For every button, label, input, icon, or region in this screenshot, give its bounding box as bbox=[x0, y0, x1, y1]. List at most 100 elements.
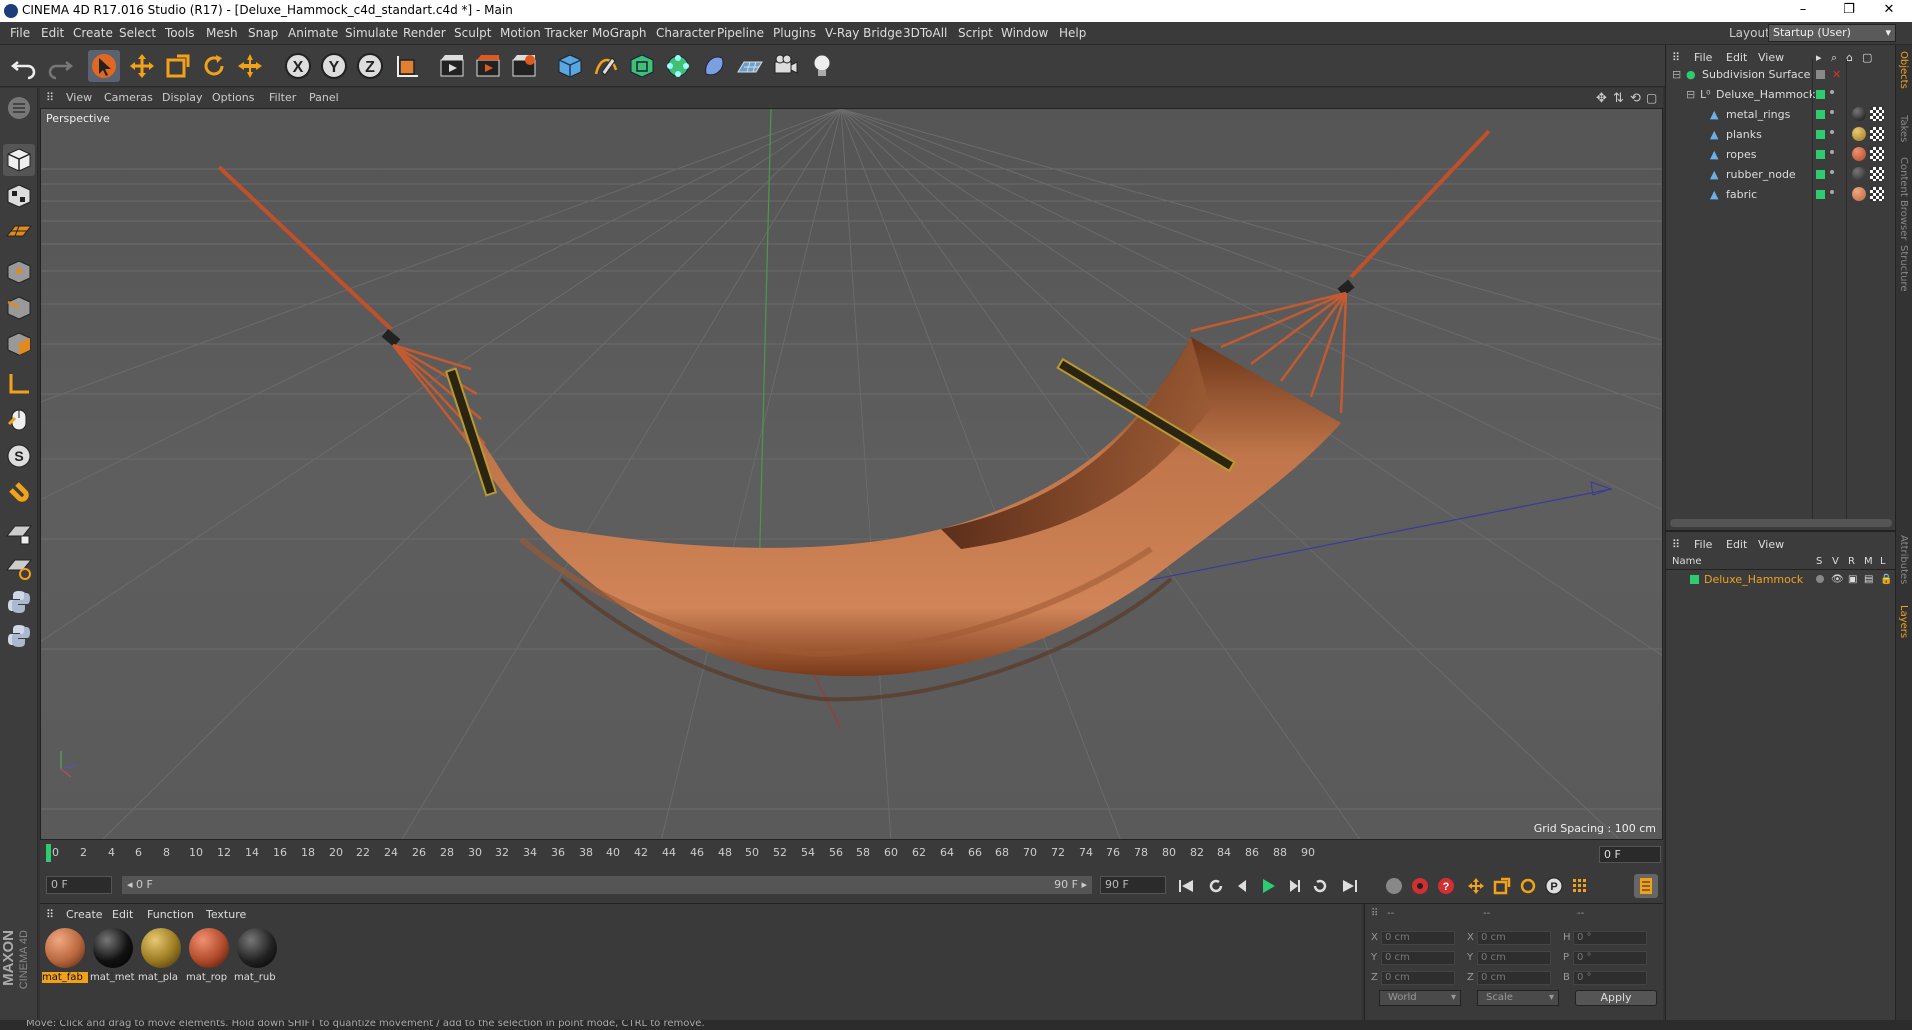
enabled-check-icon[interactable] bbox=[1816, 130, 1825, 139]
viewport-zoom-icon[interactable]: ⇅ bbox=[1613, 91, 1624, 106]
enabled-check-icon[interactable] bbox=[1816, 190, 1825, 199]
object-row[interactable]: ▲ planks bbox=[1666, 125, 1896, 145]
enabled-check-icon[interactable] bbox=[1816, 90, 1825, 99]
enabled-check-icon[interactable] bbox=[1816, 170, 1825, 179]
tweak-mode-icon[interactable] bbox=[3, 404, 35, 436]
material-menu-create[interactable]: Create bbox=[66, 908, 103, 921]
max-frame-field[interactable]: 90 F bbox=[1100, 876, 1166, 894]
go-to-start-icon[interactable] bbox=[1174, 874, 1198, 898]
menu-create[interactable]: Create bbox=[73, 26, 113, 40]
menu-window[interactable]: Window bbox=[1001, 26, 1048, 40]
size-z-field[interactable]: 0 cm bbox=[1477, 971, 1551, 985]
key-parameter-icon[interactable]: P bbox=[1542, 874, 1566, 898]
play-icon[interactable] bbox=[1256, 874, 1280, 898]
tab-content-browser[interactable]: Content Browser bbox=[1898, 157, 1909, 240]
chevron-right-icon[interactable]: ▸ bbox=[1816, 51, 1822, 64]
apply-button[interactable]: Apply bbox=[1575, 990, 1657, 1006]
light-icon[interactable] bbox=[806, 50, 838, 82]
uvw-tag-icon[interactable] bbox=[1870, 127, 1884, 141]
tab-objects[interactable]: Objects bbox=[1898, 51, 1909, 89]
enabled-check-icon[interactable] bbox=[1816, 110, 1825, 119]
select-arrow-icon[interactable] bbox=[88, 50, 120, 82]
magnet-icon[interactable] bbox=[3, 480, 35, 512]
uvw-tag-icon[interactable] bbox=[1870, 107, 1884, 121]
visibility-dot-icon[interactable] bbox=[1830, 130, 1834, 134]
menu-sculpt[interactable]: Sculpt bbox=[454, 26, 491, 40]
array-icon[interactable] bbox=[662, 50, 694, 82]
tree-toggle-icon[interactable]: ⊟ bbox=[1672, 68, 1681, 81]
make-editable-icon[interactable] bbox=[3, 92, 35, 124]
frame-range-slider[interactable]: ◂ 0 F 90 F ▸ bbox=[122, 876, 1092, 894]
render-view-icon[interactable] bbox=[436, 50, 468, 82]
menu-character[interactable]: Character bbox=[656, 26, 715, 40]
snapping-icon[interactable]: S bbox=[3, 440, 35, 472]
key-position-icon[interactable] bbox=[1464, 874, 1488, 898]
playhead-marker[interactable] bbox=[46, 844, 51, 862]
material-swatch[interactable]: mat_rop bbox=[186, 926, 232, 990]
uvw-tag-icon[interactable] bbox=[1870, 187, 1884, 201]
deformer-icon[interactable] bbox=[698, 50, 730, 82]
layer-col-solo[interactable]: S bbox=[1816, 556, 1822, 567]
object-row[interactable]: ▲ fabric bbox=[1666, 185, 1896, 205]
render-picture-viewer-icon[interactable] bbox=[472, 50, 504, 82]
object-row[interactable]: ⊟ ● Subdivision Surface ✕ bbox=[1666, 65, 1896, 85]
next-key-icon[interactable] bbox=[1308, 874, 1332, 898]
layer-color-swatch[interactable] bbox=[1690, 575, 1699, 584]
viewport-menu-panel[interactable]: Panel bbox=[309, 91, 339, 104]
object-menu-view[interactable]: View bbox=[1758, 51, 1784, 64]
go-to-end-icon[interactable] bbox=[1338, 874, 1362, 898]
layer-menu-view[interactable]: View bbox=[1758, 538, 1784, 551]
size-mode-select[interactable]: Scale ▾ bbox=[1477, 990, 1559, 1006]
record-keys-icon[interactable] bbox=[1382, 874, 1406, 898]
material-menu-edit[interactable]: Edit bbox=[112, 908, 133, 921]
layer-menu-file[interactable]: File bbox=[1694, 538, 1712, 551]
cube-icon[interactable] bbox=[554, 50, 586, 82]
polygons-mode-icon[interactable] bbox=[3, 328, 35, 360]
key-rotation-icon[interactable] bbox=[1516, 874, 1540, 898]
timeline-window-icon[interactable] bbox=[1634, 874, 1658, 898]
previous-key-icon[interactable] bbox=[1204, 874, 1228, 898]
axis-mode-icon[interactable] bbox=[3, 368, 35, 400]
workplane-icon[interactable] bbox=[3, 216, 35, 248]
horizontal-scrollbar[interactable] bbox=[1670, 519, 1892, 527]
object-menu-edit[interactable]: Edit bbox=[1726, 51, 1747, 64]
menu-plugins[interactable]: Plugins bbox=[773, 26, 816, 40]
layer-col-name[interactable]: Name bbox=[1672, 556, 1702, 567]
key-pla-icon[interactable] bbox=[1568, 874, 1592, 898]
x-axis-icon[interactable]: X bbox=[282, 50, 314, 82]
lock-workplane-icon[interactable] bbox=[3, 518, 35, 550]
position-x-field[interactable]: 0 cm bbox=[1381, 931, 1455, 945]
coordinate-system-icon[interactable] bbox=[392, 50, 424, 82]
size-y-field[interactable]: 0 cm bbox=[1477, 951, 1551, 965]
undo-icon[interactable] bbox=[8, 50, 40, 82]
solo-toggle-icon[interactable] bbox=[1816, 575, 1824, 583]
model-mode-icon[interactable] bbox=[3, 144, 35, 176]
tab-takes[interactable]: Takes bbox=[1898, 115, 1909, 142]
pen-spline-icon[interactable] bbox=[590, 50, 622, 82]
viewport-rotate-icon[interactable]: ⟲ bbox=[1630, 91, 1641, 106]
3d-viewport[interactable]: Perspective Grid Spacing : 100 cm bbox=[40, 108, 1663, 840]
object-row[interactable]: ▲ rubber_node bbox=[1666, 165, 1896, 185]
keyframe-selection-icon[interactable]: ? bbox=[1434, 874, 1458, 898]
layer-col-manager[interactable]: M bbox=[1864, 556, 1873, 567]
material-tag-icon[interactable] bbox=[1852, 147, 1866, 161]
material-swatch[interactable]: mat_rub bbox=[234, 926, 280, 990]
coordinate-space-select[interactable]: World ▾ bbox=[1379, 990, 1461, 1006]
key-scale-icon[interactable] bbox=[1490, 874, 1514, 898]
viewport-menu-filter[interactable]: Filter bbox=[269, 91, 296, 104]
visibility-dot-icon[interactable] bbox=[1830, 110, 1834, 114]
menu-select[interactable]: Select bbox=[119, 26, 156, 40]
search-icon[interactable]: ⌕ bbox=[1831, 51, 1837, 65]
view-toggle-icon[interactable]: 👁 bbox=[1831, 574, 1844, 585]
menu-mesh[interactable]: Mesh bbox=[206, 26, 238, 40]
tab-attributes[interactable]: Attributes bbox=[1898, 535, 1909, 584]
layer-row[interactable]: Deluxe_Hammock 👁 ▣ ▤ 🔒 bbox=[1666, 572, 1896, 588]
manager-toggle-icon[interactable]: ▤ bbox=[1864, 574, 1873, 585]
autokeying-icon[interactable] bbox=[1408, 874, 1432, 898]
timeline-frame-field[interactable]: 0 F bbox=[1599, 846, 1661, 863]
menu-script[interactable]: Script bbox=[958, 26, 993, 40]
texture-mode-icon[interactable] bbox=[3, 180, 35, 212]
uvw-tag-icon[interactable] bbox=[1870, 167, 1884, 181]
floor-icon[interactable] bbox=[734, 50, 766, 82]
z-axis-icon[interactable]: Z bbox=[354, 50, 386, 82]
